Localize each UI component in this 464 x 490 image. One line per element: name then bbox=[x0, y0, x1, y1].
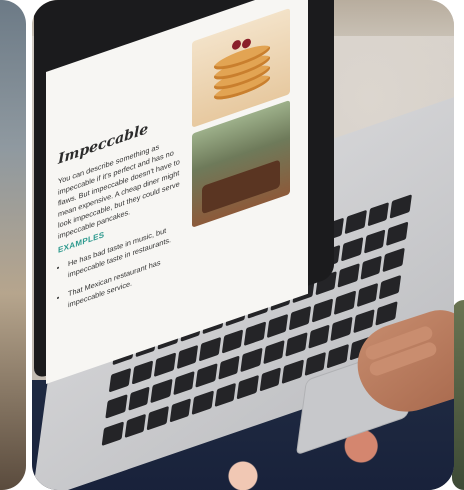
key bbox=[214, 382, 237, 407]
key bbox=[236, 374, 259, 399]
key bbox=[285, 332, 308, 357]
key bbox=[105, 394, 128, 419]
key bbox=[304, 351, 327, 376]
key bbox=[259, 366, 282, 392]
key bbox=[217, 355, 240, 380]
key bbox=[386, 220, 409, 246]
key bbox=[375, 301, 398, 326]
key bbox=[169, 397, 192, 423]
key bbox=[363, 228, 386, 254]
image-frame: Impeccable You can describe something as… bbox=[0, 0, 464, 490]
key bbox=[281, 358, 304, 384]
key bbox=[311, 297, 334, 323]
restaurant-table bbox=[202, 159, 280, 215]
berry bbox=[232, 38, 241, 51]
key bbox=[353, 308, 376, 334]
key bbox=[131, 359, 154, 385]
key bbox=[195, 363, 218, 388]
key bbox=[150, 378, 173, 404]
key bbox=[199, 336, 221, 361]
key bbox=[341, 236, 364, 261]
key bbox=[266, 313, 289, 338]
main-photo: Impeccable You can describe something as… bbox=[32, 0, 454, 490]
key bbox=[176, 344, 199, 369]
key bbox=[124, 413, 147, 438]
key bbox=[172, 370, 195, 396]
key bbox=[191, 389, 214, 415]
key bbox=[308, 324, 331, 349]
previous-slide-peek[interactable] bbox=[0, 0, 26, 490]
key bbox=[327, 343, 350, 368]
key bbox=[360, 255, 383, 280]
key bbox=[146, 405, 169, 430]
key bbox=[108, 367, 131, 393]
key bbox=[330, 316, 353, 342]
key bbox=[356, 282, 379, 307]
key bbox=[240, 347, 263, 373]
key bbox=[382, 247, 405, 273]
key bbox=[153, 351, 176, 377]
key bbox=[337, 263, 360, 288]
key bbox=[289, 305, 312, 330]
key bbox=[263, 339, 285, 365]
key bbox=[379, 274, 402, 299]
key bbox=[101, 420, 124, 446]
key bbox=[127, 386, 150, 412]
key bbox=[244, 320, 267, 346]
key bbox=[334, 289, 357, 315]
key bbox=[221, 328, 244, 354]
